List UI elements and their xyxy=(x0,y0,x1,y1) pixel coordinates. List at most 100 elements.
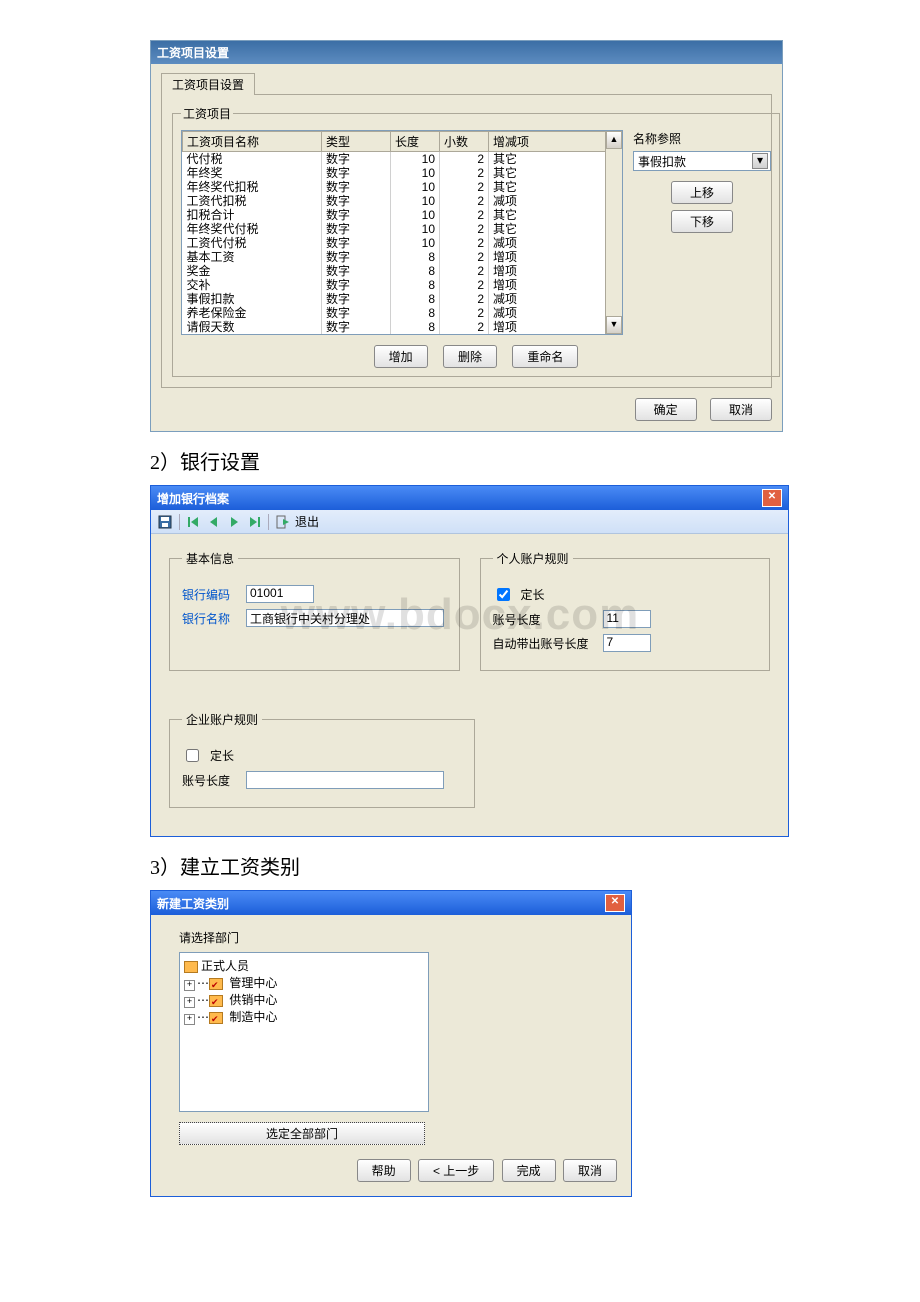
move-up-button[interactable]: 上移 xyxy=(671,181,733,204)
name-ref-label: 名称参照 xyxy=(633,130,771,147)
rename-button[interactable]: 重命名 xyxy=(512,345,578,368)
acct-length-input[interactable]: 11 xyxy=(603,610,651,628)
table-row[interactable]: 扣税合计数字102其它 xyxy=(183,208,622,222)
corp-fixed-checkbox[interactable] xyxy=(186,749,199,762)
select-all-button[interactable]: 选定全部部门 xyxy=(179,1122,425,1145)
cell-incdec: 其它 xyxy=(489,222,622,236)
cell-length: 8 xyxy=(391,250,440,264)
cell-decimal: 2 xyxy=(440,222,489,236)
table-row[interactable]: 养老保险金数字82减项 xyxy=(183,306,622,320)
cell-name: 交补 xyxy=(183,278,322,292)
cell-incdec: 增项 xyxy=(489,250,622,264)
table-row[interactable]: 年终奖代付税数字102其它 xyxy=(183,222,622,236)
cell-incdec: 减项 xyxy=(489,292,622,306)
cell-decimal: 2 xyxy=(440,292,489,306)
last-record-icon[interactable] xyxy=(246,514,262,530)
col-name[interactable]: 工资项目名称 xyxy=(183,132,322,152)
cell-length: 10 xyxy=(391,152,440,167)
move-down-button[interactable]: 下移 xyxy=(671,210,733,233)
col-type[interactable]: 类型 xyxy=(322,132,391,152)
cell-incdec: 减项 xyxy=(489,306,622,320)
bank-code-input[interactable]: 01001 xyxy=(246,585,314,603)
salary-item-dialog: 工资项目设置 工资项目设置 工资项目 工资项目名称 类型 长度 小数 xyxy=(150,40,783,432)
table-row[interactable]: 基本工资数字82增项 xyxy=(183,250,622,264)
cell-decimal: 2 xyxy=(440,180,489,194)
personal-fixed-checkbox[interactable] xyxy=(497,588,510,601)
table-row[interactable]: 交补数字82增项 xyxy=(183,278,622,292)
tree-root[interactable]: 正式人员 xyxy=(201,959,249,973)
cell-length: 10 xyxy=(391,166,440,180)
close-icon[interactable]: ✕ xyxy=(605,894,625,912)
prev-button[interactable]: < 上一步 xyxy=(418,1159,494,1182)
cell-decimal: 2 xyxy=(440,250,489,264)
cell-length: 10 xyxy=(391,180,440,194)
chevron-down-icon[interactable]: ▾ xyxy=(752,153,768,169)
cell-length: 10 xyxy=(391,194,440,208)
save-icon[interactable] xyxy=(157,514,173,530)
next-record-icon[interactable] xyxy=(226,514,242,530)
department-tree[interactable]: 正式人员 +⋯ 管理中心+⋯ 供销中心+⋯ 制造中心 xyxy=(179,952,429,1112)
cell-name: 工资代扣税 xyxy=(183,194,322,208)
cell-name: 工资代付税 xyxy=(183,236,322,250)
finish-button[interactable]: 完成 xyxy=(502,1159,556,1182)
cancel-button[interactable]: 取消 xyxy=(563,1159,617,1182)
cell-type: 数字 xyxy=(322,222,391,236)
table-row[interactable]: 奖金数字82增项 xyxy=(183,264,622,278)
expand-icon[interactable]: + xyxy=(184,997,195,1008)
table-row[interactable]: 请假天数数字82增项 xyxy=(183,320,622,334)
table-row[interactable]: 事假扣款数字82减项 xyxy=(183,292,622,306)
delete-button[interactable]: 删除 xyxy=(443,345,497,368)
tab-salary-items[interactable]: 工资项目设置 xyxy=(161,73,255,95)
cell-type: 数字 xyxy=(322,152,391,167)
scroll-up-icon[interactable]: ▲ xyxy=(606,131,622,149)
acct-length-label: 账号长度 xyxy=(493,611,595,628)
expand-icon[interactable]: + xyxy=(184,1014,195,1025)
cell-length: 10 xyxy=(391,208,440,222)
col-incdec[interactable]: 增减项 xyxy=(489,132,622,152)
salary-items-legend: 工资项目 xyxy=(181,105,233,122)
bank-name-label: 银行名称 xyxy=(182,610,238,627)
table-row[interactable]: 年终奖代扣税数字102其它 xyxy=(183,180,622,194)
expand-icon[interactable]: + xyxy=(184,980,195,991)
bank-add-dialog: 增加银行档案 ✕ 退出 基本信息 银行编码 01001 银行名称 工商银行中关村… xyxy=(150,485,789,837)
table-row[interactable]: 代付税数字102其它 xyxy=(183,152,622,167)
cell-type: 数字 xyxy=(322,278,391,292)
ok-button[interactable]: 确定 xyxy=(635,398,697,421)
section-heading-bank: 2）银行设置 xyxy=(150,446,870,475)
cell-type: 数字 xyxy=(322,208,391,222)
cell-name: 基本工资 xyxy=(183,250,322,264)
exit-label[interactable]: 退出 xyxy=(295,513,319,530)
exit-icon[interactable] xyxy=(275,514,291,530)
corp-rule-legend: 企业账户规则 xyxy=(182,711,262,728)
table-row[interactable]: 工资代付税数字102减项 xyxy=(183,236,622,250)
cell-length: 10 xyxy=(391,222,440,236)
corp-acctlen-label: 账号长度 xyxy=(182,772,238,789)
table-row[interactable]: 年终奖数字102其它 xyxy=(183,166,622,180)
first-record-icon[interactable] xyxy=(186,514,202,530)
fixed-length-label: 定长 xyxy=(521,586,545,603)
cell-decimal: 2 xyxy=(440,208,489,222)
col-length[interactable]: 长度 xyxy=(391,132,440,152)
prev-record-icon[interactable] xyxy=(206,514,222,530)
corp-acctlen-input[interactable] xyxy=(246,771,444,789)
help-button[interactable]: 帮助 xyxy=(357,1159,411,1182)
cell-incdec: 增项 xyxy=(489,278,622,292)
cell-incdec: 其它 xyxy=(489,180,622,194)
scroll-down-icon[interactable]: ▼ xyxy=(606,316,622,334)
cell-type: 数字 xyxy=(322,306,391,320)
salary-items-grid[interactable]: 工资项目名称 类型 长度 小数 增减项 代付税数字102其它年终奖数字102其它… xyxy=(181,130,623,335)
cell-name: 年终奖代扣税 xyxy=(183,180,322,194)
bank-name-input[interactable]: 工商银行中关村分理处 xyxy=(246,609,444,627)
tree-item[interactable]: +⋯ 制造中心 xyxy=(184,1008,424,1025)
tree-item[interactable]: +⋯ 管理中心 xyxy=(184,974,424,991)
name-ref-combo[interactable]: 事假扣款 ▾ xyxy=(633,151,771,171)
grid-scrollbar[interactable]: ▲ ▼ xyxy=(605,131,622,334)
auto-length-input[interactable]: 7 xyxy=(603,634,651,652)
dialog-title: 新建工资类别 xyxy=(157,895,229,912)
table-row[interactable]: 工资代扣税数字102减项 xyxy=(183,194,622,208)
tree-item[interactable]: +⋯ 供销中心 xyxy=(184,991,424,1008)
add-button[interactable]: 增加 xyxy=(374,345,428,368)
close-icon[interactable]: ✕ xyxy=(762,489,782,507)
col-decimal[interactable]: 小数 xyxy=(440,132,489,152)
cancel-button[interactable]: 取消 xyxy=(710,398,772,421)
